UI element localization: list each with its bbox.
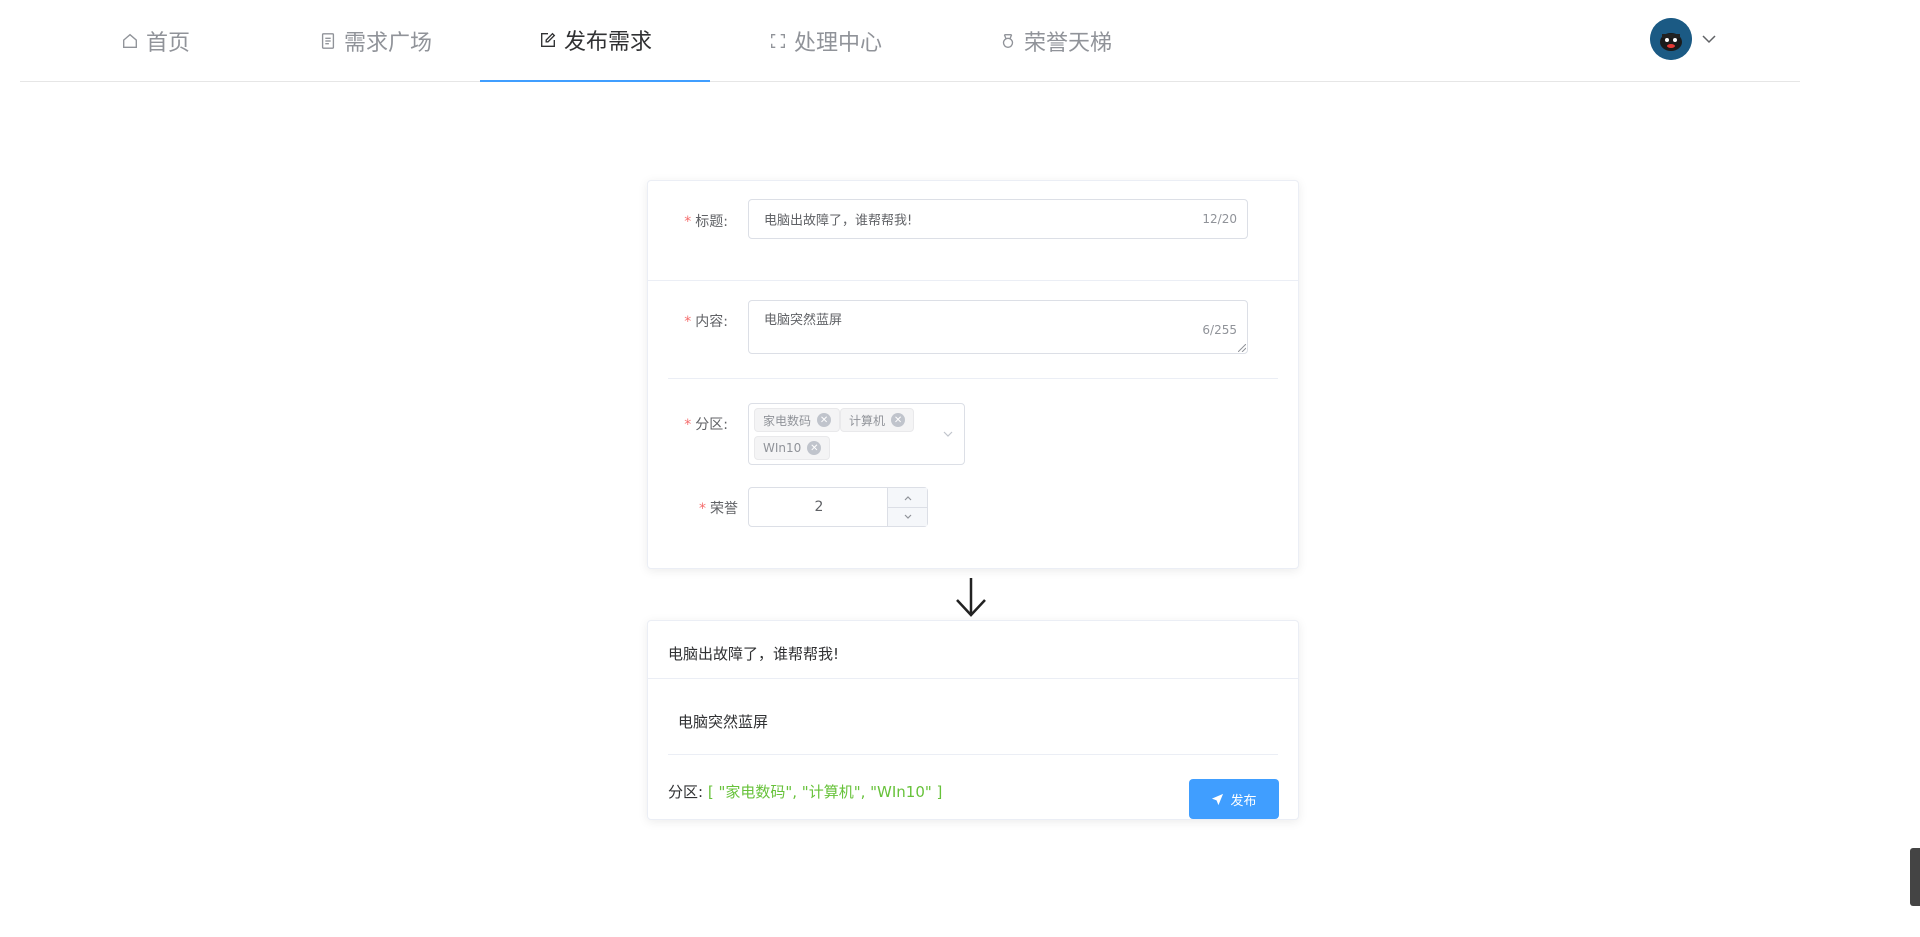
title-input[interactable]: 电脑出故障了，谁帮帮我! 12/20 <box>748 199 1248 239</box>
divider <box>648 280 1298 281</box>
nav-item-honor-ladder[interactable]: 荣誉天梯 <box>940 0 1170 82</box>
title-label: * 标题: <box>684 214 728 230</box>
preview-title: 电脑出故障了，谁帮帮我! <box>668 645 840 663</box>
home-icon <box>120 31 140 51</box>
chevron-up-icon <box>904 495 911 500</box>
divider <box>668 754 1278 755</box>
nav-item-processing-center[interactable]: 处理中心 <box>710 0 940 82</box>
tag-item: 计算机 ✕ <box>840 408 915 432</box>
chevron-down-icon[interactable] <box>1700 30 1718 48</box>
publish-button[interactable]: 发布 <box>1189 779 1279 819</box>
nav-item-label: 首页 <box>145 31 190 56</box>
preview-category-value: [ "家电数码", "计算机", "WIn10" ] <box>707 783 943 801</box>
content-counter: 6/255 <box>1202 323 1237 337</box>
content-label: * 内容: <box>684 314 728 330</box>
nav-item-label: 需求广场 <box>343 31 432 56</box>
nav-item-label: 荣誉天梯 <box>1023 31 1112 56</box>
honor-stepper[interactable]: 2 <box>748 487 928 527</box>
preview-content: 电脑突然蓝屏 <box>678 713 769 731</box>
tag-close-icon[interactable]: ✕ <box>891 413 906 427</box>
user-menu[interactable] <box>1650 18 1718 60</box>
nav-item-home[interactable]: 首页 <box>40 0 270 82</box>
tag-close-icon[interactable]: ✕ <box>817 413 832 427</box>
divider <box>668 378 1278 379</box>
side-widget[interactable] <box>1910 848 1920 906</box>
content-textarea[interactable]: 电脑突然蓝屏 6/255 <box>748 300 1248 354</box>
top-nav: 首页 需求广场 发布需求 处理中心 荣誉天梯 <box>20 0 1800 82</box>
category-label: * 分区: <box>684 417 728 433</box>
divider <box>648 678 1298 679</box>
honor-value: 2 <box>814 499 824 515</box>
nav-item-label: 发布需求 <box>563 30 652 55</box>
tag-item: WIn10 ✕ <box>754 436 831 460</box>
tag-close-icon[interactable]: ✕ <box>807 441 822 455</box>
nav-item-publish-demand[interactable]: 发布需求 <box>480 0 710 82</box>
document-icon <box>318 31 338 51</box>
fullscreen-icon <box>768 31 788 51</box>
medal-icon <box>998 31 1018 51</box>
honor-label: * 荣誉 <box>699 501 738 517</box>
tag-item: 家电数码 ✕ <box>754 408 841 432</box>
resize-handle-icon[interactable] <box>1238 344 1246 352</box>
preview-card: 电脑出故障了，谁帮帮我! 电脑突然蓝屏 分区: [ "家电数码", "计算机",… <box>647 620 1299 820</box>
nav-item-demand-square[interactable]: 需求广场 <box>260 0 490 82</box>
avatar[interactable] <box>1650 18 1692 60</box>
chevron-down-icon <box>904 514 911 519</box>
chevron-down-icon[interactable] <box>942 428 954 440</box>
preview-category: 分区: [ "家电数码", "计算机", "WIn10" ] <box>668 783 943 801</box>
decrease-button[interactable] <box>887 507 927 526</box>
title-counter: 12/20 <box>1202 212 1237 226</box>
send-icon <box>1212 793 1224 805</box>
category-select[interactable]: 家电数码 ✕ 计算机 ✕ WIn10 ✕ <box>748 403 965 465</box>
increase-button[interactable] <box>887 488 927 507</box>
publish-form-card: * 标题: 电脑出故障了，谁帮帮我! 12/20 * 内容: 电脑突然蓝屏 6/25… <box>647 180 1299 569</box>
edit-icon <box>538 30 558 50</box>
nav-item-label: 处理中心 <box>793 31 882 56</box>
arrow-down-icon <box>956 578 986 617</box>
